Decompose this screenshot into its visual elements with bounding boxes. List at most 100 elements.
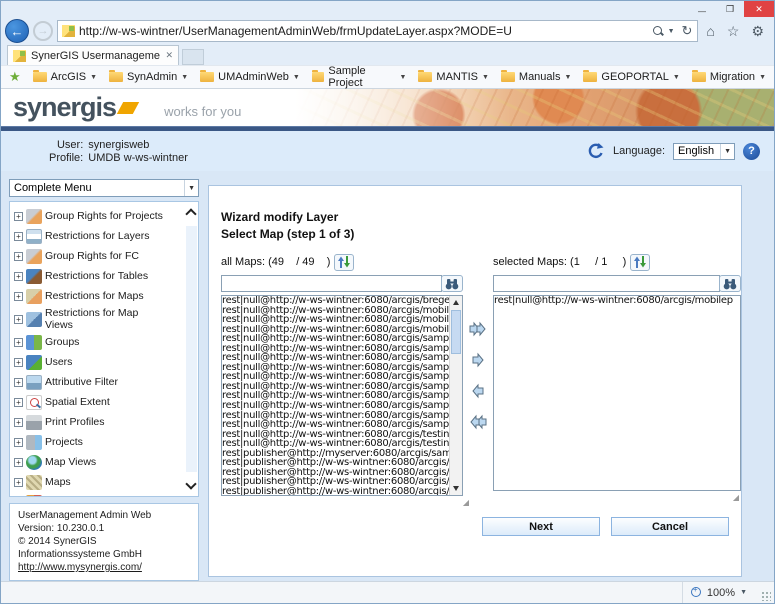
expand-plus-icon[interactable] — [14, 438, 23, 447]
chevron-down-icon[interactable]: ▼ — [564, 74, 571, 81]
filter-search-button[interactable] — [719, 275, 741, 292]
map-list-item[interactable]: rest|null@http://w-ws-wintner:6080/arcgi… — [222, 325, 449, 335]
sidebar-item-attributive-filter[interactable]: Attributive Filter — [14, 374, 184, 391]
sidebar-item-label[interactable]: Restrictions for Tables — [45, 270, 148, 283]
sidebar-item-group-rights-fc[interactable]: Group Rights for FC — [14, 248, 184, 265]
sidebar-item-label[interactable]: Users — [45, 356, 72, 369]
sidebar-item-spatial-extent[interactable]: Spatial Extent — [14, 394, 184, 411]
chevron-down-icon[interactable]: ▼ — [181, 74, 188, 81]
map-list-item[interactable]: rest|publisher@http://w-ws-wintner:6080/… — [222, 468, 449, 478]
url-text[interactable]: http://w-ws-wintner/UserManagementAdminW… — [79, 24, 649, 38]
tab-title[interactable]: SynerGIS Usermanagement ... — [31, 50, 160, 62]
expand-plus-icon[interactable] — [14, 212, 23, 221]
map-list-item[interactable]: rest|null@http://w-ws-wintner:6080/arcgi… — [222, 439, 449, 449]
map-list-item[interactable]: rest|null@http://w-ws-wintner:6080/arcgi… — [222, 363, 449, 373]
sidebar-item-restrictions-maps[interactable]: Restrictions for Maps — [14, 288, 184, 305]
favorites-folder[interactable]: SynAdmin ▼ — [109, 70, 188, 83]
map-list-item[interactable]: rest|null@http://w-ws-wintner:6080/arcgi… — [222, 334, 449, 344]
sidebar-item-users[interactable]: Users — [14, 354, 184, 371]
sidebar-item-label[interactable]: Projects — [45, 436, 83, 449]
chevron-down-icon[interactable]: ▼ — [90, 74, 97, 81]
scroll-down-icon[interactable] — [185, 478, 197, 490]
sidebar-item-label[interactable]: Map Views — [45, 456, 96, 469]
favorites-folder-label[interactable]: GEOPORTAL — [601, 71, 668, 83]
maximize-button[interactable] — [716, 1, 744, 17]
expand-plus-icon[interactable] — [14, 358, 23, 367]
chevron-down-icon[interactable]: ▼ — [293, 74, 300, 81]
chevron-down-icon[interactable]: ▼ — [740, 589, 747, 596]
listbox-scrollbar[interactable] — [449, 296, 462, 495]
sidebar-item-projects[interactable]: Projects — [14, 434, 184, 451]
help-icon[interactable]: ? — [743, 142, 760, 160]
sidebar-item-label[interactable]: Maps — [45, 476, 71, 489]
sidebar-item-label[interactable]: Groups — [45, 336, 79, 349]
chevron-down-icon[interactable]: ▼ — [482, 74, 489, 81]
search-dropdown-icon[interactable]: ▼ — [668, 28, 675, 35]
favorites-folder-label[interactable]: MANTIS — [436, 71, 478, 83]
favorites-folder-label[interactable]: SynAdmin — [127, 71, 177, 83]
add-all-button[interactable] — [467, 319, 489, 339]
map-list-item[interactable]: rest|null@http://w-ws-wintner:6080/arcgi… — [222, 420, 449, 430]
sort-swap-button[interactable] — [334, 253, 355, 271]
home-icon[interactable]: ⌂ — [702, 23, 718, 39]
map-list-item[interactable]: rest|null@http://w-ws-wintner:6080/arcgi… — [222, 391, 449, 401]
expand-plus-icon[interactable] — [14, 478, 23, 487]
map-list-item[interactable]: rest|publisher@http://w-ws-wintner:6080/… — [222, 458, 449, 468]
resize-handle-icon[interactable]: ◢ — [733, 493, 739, 502]
sidebar-item-label[interactable]: Spatial Extent — [45, 396, 110, 409]
favorites-folder[interactable]: MANTIS ▼ — [418, 70, 489, 83]
expand-plus-icon[interactable] — [14, 272, 23, 281]
language-select[interactable]: English ▼ — [673, 142, 735, 160]
selected-maps-filter-input[interactable] — [493, 275, 720, 292]
map-list-item[interactable]: rest|null@http://w-ws-wintner:6080/arcgi… — [222, 372, 449, 382]
cancel-button[interactable]: Cancel — [611, 517, 729, 536]
favorites-folder[interactable]: Sample Project ▼ — [311, 65, 406, 89]
sidebar-item-label[interactable]: Restrictions for Layers — [45, 230, 149, 243]
company-link[interactable]: http://www.mysynergis.com/ — [18, 561, 192, 574]
scroll-up-button[interactable] — [450, 296, 462, 309]
expand-plus-icon[interactable] — [14, 378, 23, 387]
favorites-folder-label[interactable]: Sample Project — [328, 65, 395, 89]
sidebar-item-restrictions-layers[interactable]: Restrictions for Layers — [14, 228, 184, 245]
zoom-level[interactable]: 100% — [707, 587, 735, 599]
scroll-up-icon[interactable] — [185, 208, 197, 220]
favorites-folder-label[interactable]: Manuals — [519, 71, 561, 83]
remove-all-button[interactable] — [467, 412, 489, 432]
map-list-item[interactable]: rest|null@http://w-ws-wintner:6080/arcgi… — [222, 353, 449, 363]
sidebar-item-map-views[interactable]: Map Views — [14, 454, 184, 471]
sidebar-item-label[interactable]: Restrictions for Map Views — [45, 307, 153, 331]
refresh-icon[interactable]: ↻ — [679, 23, 696, 39]
chevron-down-icon[interactable]: ▼ — [673, 74, 680, 81]
filter-search-button[interactable] — [441, 275, 463, 292]
expand-plus-icon[interactable] — [14, 398, 23, 407]
window-resize-grip[interactable] — [761, 590, 771, 601]
address-bar[interactable]: http://w-ws-wintner/UserManagementAdminW… — [57, 20, 699, 42]
browser-tab[interactable]: SynerGIS Usermanagement ... ✕ — [7, 45, 179, 65]
back-button[interactable]: ← — [5, 19, 29, 43]
settings-gear-icon[interactable]: ⚙ — [747, 23, 768, 40]
expand-plus-icon[interactable] — [14, 418, 23, 427]
sidebar-item-label[interactable]: Attributive Filter — [45, 376, 118, 389]
favorites-folder[interactable]: Manuals ▼ — [500, 70, 571, 83]
expand-plus-icon[interactable] — [14, 458, 23, 467]
all-maps-listbox[interactable]: rest|null@http://w-ws-wintner:6080/arcgi… — [221, 295, 463, 496]
chevron-down-icon[interactable]: ▼ — [399, 74, 406, 81]
sidebar-item-group-rights-projects[interactable]: Group Rights for Projects — [14, 208, 184, 225]
scroll-down-button[interactable] — [450, 482, 462, 495]
tab-close-icon[interactable]: ✕ — [165, 50, 173, 61]
favorites-star-icon[interactable]: ☆ — [723, 23, 744, 40]
sidebar-item-maps[interactable]: Maps — [14, 474, 184, 491]
map-list-item[interactable]: rest|null@http://w-ws-wintner:6080/arcgi… — [222, 306, 449, 316]
favorites-folder[interactable]: ArcGIS ▼ — [32, 70, 97, 83]
add-favorite-icon[interactable]: ★ — [9, 69, 21, 85]
expand-plus-icon[interactable] — [14, 292, 23, 301]
all-maps-filter-input[interactable] — [221, 275, 442, 292]
add-selected-button[interactable] — [467, 350, 489, 370]
map-list-item[interactable]: rest|null@http://w-ws-wintner:6080/arcgi… — [222, 315, 449, 325]
sidebar-item-label[interactable]: Restrictions for Maps — [45, 290, 144, 303]
map-list-item[interactable]: rest|null@http://w-ws-wintner:6080/arcgi… — [222, 401, 449, 411]
expand-plus-icon[interactable] — [14, 315, 23, 324]
reload-profile-icon[interactable] — [586, 142, 605, 161]
menu-mode-select[interactable]: Complete Menu ▼ — [9, 179, 199, 197]
map-list-item[interactable]: rest|null@http://w-ws-wintner:6080/arcgi… — [222, 382, 449, 392]
